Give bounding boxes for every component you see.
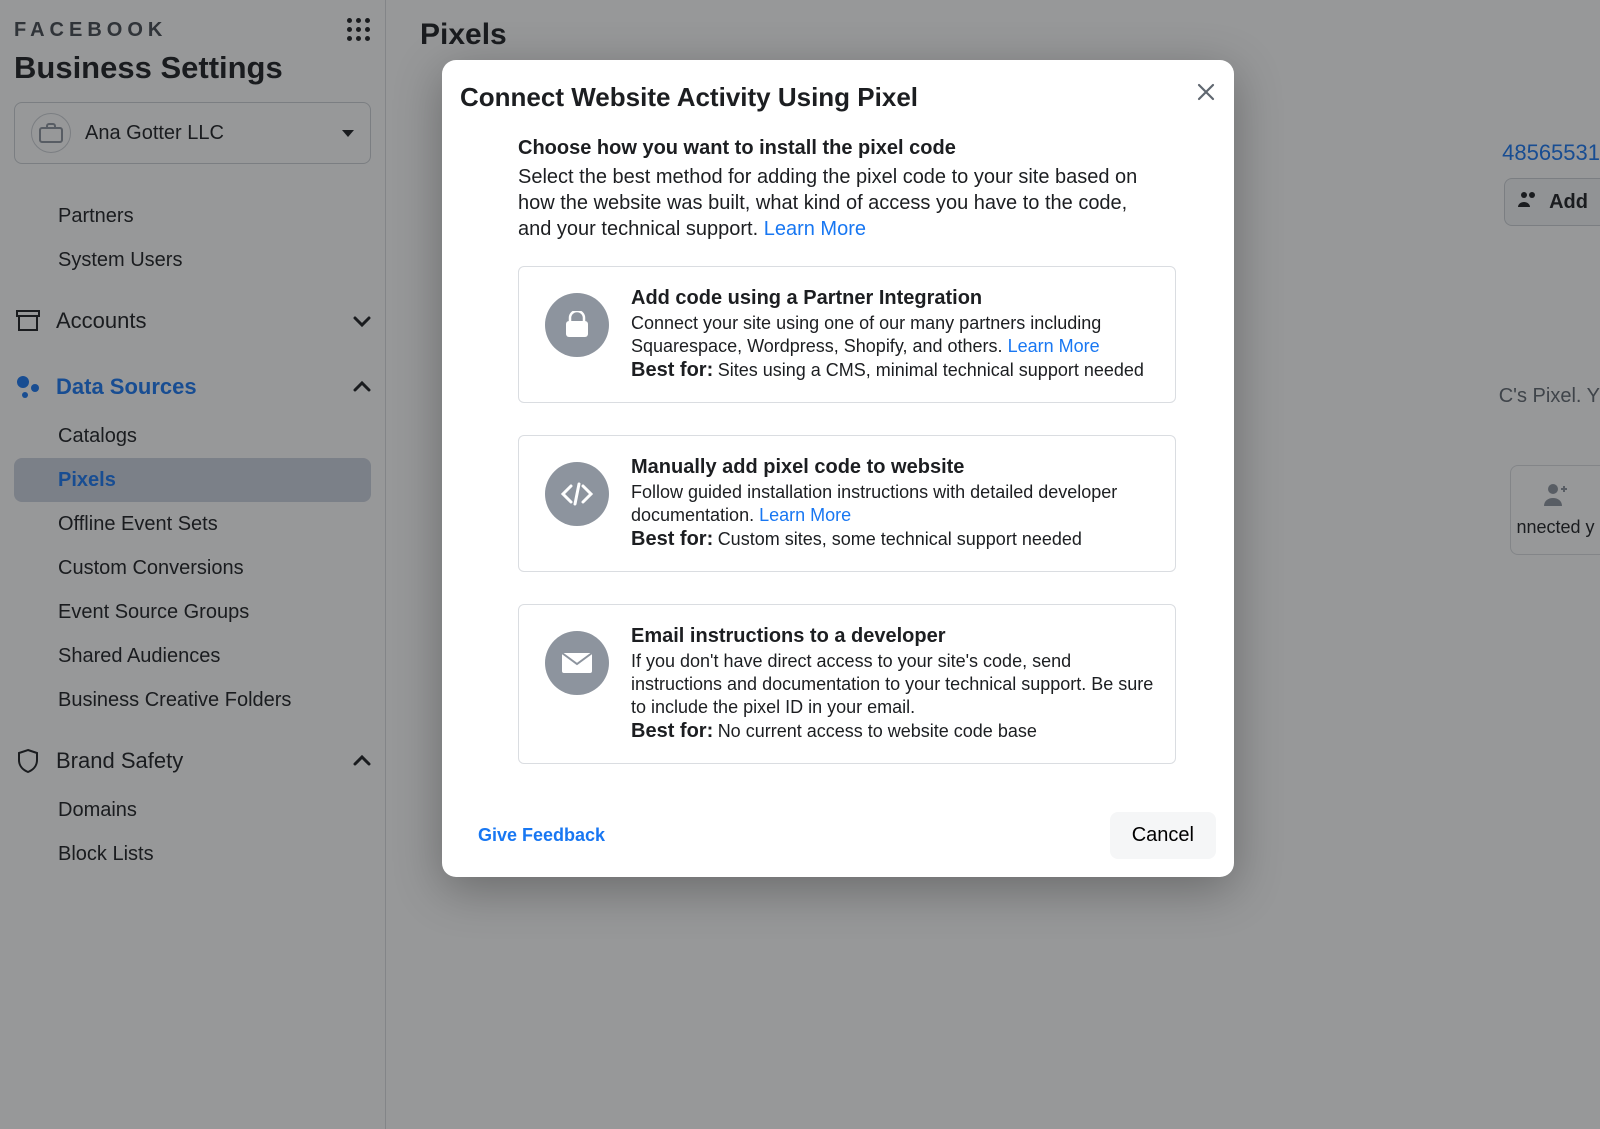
best-for-value: Sites using a CMS, minimal technical sup… (718, 360, 1144, 380)
option-description: Connect your site using one of our many … (631, 312, 1157, 359)
learn-more-link[interactable]: Learn More (1008, 336, 1100, 356)
cancel-button[interactable]: Cancel (1110, 812, 1216, 859)
learn-more-link[interactable]: Learn More (759, 505, 851, 525)
modal-intro-body: Select the best method for adding the pi… (518, 164, 1158, 242)
option-partner-integration[interactable]: Add code using a Partner Integration Con… (518, 266, 1176, 403)
option-email-developer[interactable]: Email instructions to a developer If you… (518, 604, 1176, 764)
option-desc-text: If you don't have direct access to your … (631, 651, 1153, 718)
envelope-icon (545, 631, 609, 695)
best-for-label: Best for: (631, 720, 713, 742)
best-for-label: Best for: (631, 359, 713, 381)
option-title: Manually add pixel code to website (631, 456, 1157, 479)
option-description: Follow guided installation instructions … (631, 481, 1157, 528)
modal-intro-heading: Choose how you want to install the pixel… (518, 137, 1158, 160)
option-title: Email instructions to a developer (631, 625, 1157, 648)
best-for-value: Custom sites, some technical support nee… (718, 529, 1082, 549)
best-for-label: Best for: (631, 528, 713, 550)
bag-icon (545, 293, 609, 357)
option-title: Add code using a Partner Integration (631, 287, 1157, 310)
learn-more-link[interactable]: Learn More (764, 218, 866, 240)
code-icon (545, 462, 609, 526)
option-desc-text: Follow guided installation instructions … (631, 482, 1117, 525)
close-icon[interactable] (1196, 82, 1216, 107)
give-feedback-link[interactable]: Give Feedback (478, 825, 605, 846)
modal-title: Connect Website Activity Using Pixel (460, 82, 918, 113)
option-description: If you don't have direct access to your … (631, 650, 1157, 720)
option-manual-code[interactable]: Manually add pixel code to website Follo… (518, 435, 1176, 572)
connect-pixel-modal: Connect Website Activity Using Pixel Cho… (442, 60, 1234, 877)
best-for-value: No current access to website code base (718, 721, 1037, 741)
